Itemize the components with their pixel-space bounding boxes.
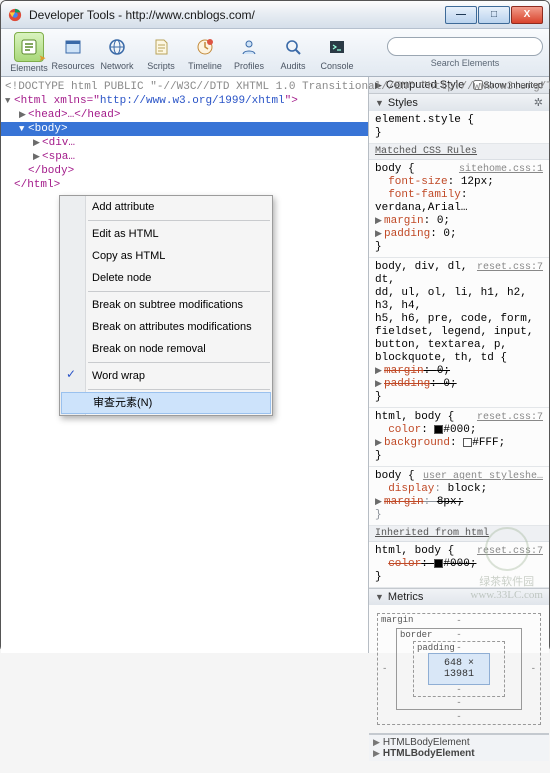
window-titlebar: Developer Tools - http://www.cnblogs.com…	[1, 1, 549, 29]
window-title: Developer Tools - http://www.cnblogs.com…	[29, 8, 444, 22]
head-node[interactable]: ▶<head>…</head>	[5, 108, 364, 122]
check-icon: ✓	[66, 367, 76, 381]
minimize-button[interactable]: —	[445, 6, 477, 24]
tab-elements[interactable]: ➤ Elements	[7, 32, 51, 73]
rule-reset-many[interactable]: reset.css:7 body, div, dl, dt, dd, ul, o…	[369, 258, 549, 408]
ctx-word-wrap[interactable]: ✓Word wrap	[60, 365, 272, 387]
metrics-box: margin - - - - border - - padding - - 64…	[369, 605, 549, 733]
tab-resources[interactable]: Resources	[51, 34, 95, 71]
tab-audits[interactable]: Audits	[271, 34, 315, 71]
ctx-inspect-element[interactable]: 审查元素(N)	[61, 392, 271, 414]
ctx-copy-html[interactable]: Copy as HTML	[60, 245, 272, 267]
chrome-icon	[7, 7, 23, 23]
context-menu: Add attribute Edit as HTML Copy as HTML …	[59, 195, 273, 416]
breadcrumb[interactable]: ▶HTMLBodyElement ▶HTMLBodyElement	[369, 734, 549, 761]
close-button[interactable]: X	[511, 6, 543, 24]
rule-body-sitehome[interactable]: sitehome.css:1 body { font-size: 12px; f…	[369, 160, 549, 258]
watermark: 绿茶软件园 www.33LC.com	[470, 527, 543, 601]
html-close[interactable]: </html>	[5, 178, 364, 192]
span-node[interactable]: ▶<spa…	[5, 150, 364, 164]
styles-header[interactable]: ▼Styles✲	[369, 94, 549, 111]
rule-ua-body[interactable]: user agent styleshe… body { display: blo…	[369, 467, 549, 526]
ctx-break-attributes[interactable]: Break on attributes modifications	[60, 316, 272, 338]
tab-console[interactable]: Console	[315, 34, 359, 71]
gear-icon[interactable]: ✲	[534, 96, 543, 109]
ctx-break-subtree[interactable]: Break on subtree modifications	[60, 294, 272, 316]
dom-tree-panel[interactable]: <!DOCTYPE html PUBLIC "-//W3C//DTD XHTML…	[1, 77, 368, 653]
html-node[interactable]: ▼<html xmlns="http://www.w3.org/1999/xht…	[5, 94, 364, 108]
metrics-dimensions: 648 × 13981	[428, 653, 490, 685]
ctx-break-removal[interactable]: Break on node removal	[60, 338, 272, 360]
search-label: Search Elements	[387, 58, 543, 68]
tab-profiles[interactable]: Profiles	[227, 34, 271, 71]
ctx-delete-node[interactable]: Delete node	[60, 267, 272, 289]
rule-html-body-colors[interactable]: reset.css:7 html, body { color: #000; ▶b…	[369, 408, 549, 467]
search-input[interactable]	[387, 37, 543, 56]
element-style-rule[interactable]: element.style { }	[369, 111, 549, 144]
maximize-button[interactable]: □	[478, 6, 510, 24]
tab-scripts[interactable]: Scripts	[139, 34, 183, 71]
body-node-selected[interactable]: ▼<body>	[1, 122, 368, 136]
body-close[interactable]: </body>	[5, 164, 364, 178]
div-node[interactable]: ▶<div…	[5, 136, 364, 150]
tab-network[interactable]: Network	[95, 34, 139, 71]
devtools-toolbar: ➤ Elements Resources Network Scripts Tim…	[1, 29, 549, 77]
tab-timeline[interactable]: Timeline	[183, 34, 227, 71]
matched-rules-header: Matched CSS Rules	[369, 144, 549, 160]
ctx-add-attribute[interactable]: Add attribute	[60, 196, 272, 218]
ctx-edit-html[interactable]: Edit as HTML	[60, 223, 272, 245]
doctype-node[interactable]: <!DOCTYPE html PUBLIC "-//W3C//DTD XHTML…	[5, 80, 364, 94]
